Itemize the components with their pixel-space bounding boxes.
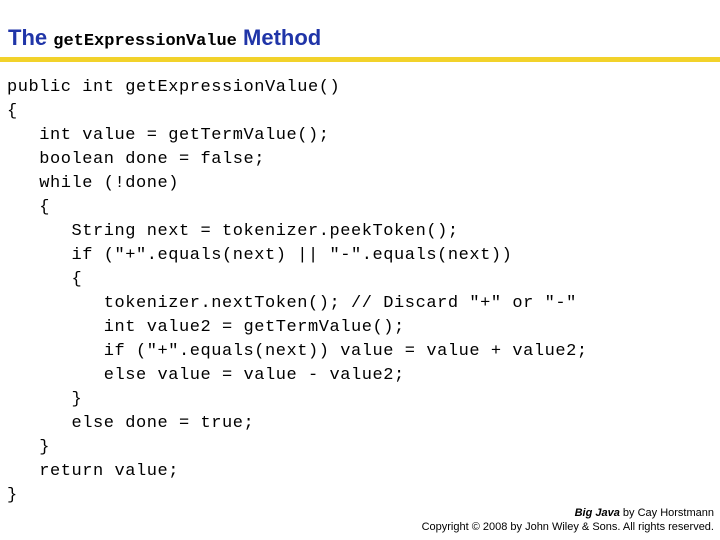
code-line: while (!done) bbox=[7, 174, 180, 193]
code-line: return value; bbox=[7, 462, 180, 481]
footer-book-title: Big Java bbox=[574, 507, 620, 519]
code-line: boolean done = false; bbox=[7, 150, 266, 169]
code-line: if ("+".equals(next)) value = value + va… bbox=[7, 342, 588, 361]
footer-copyright-notice: Copyright © 2008 by John Wiley & Sons. A… bbox=[421, 521, 714, 533]
code-line: { bbox=[7, 102, 18, 121]
code-line: tokenizer.nextToken(); // Discard "+" or… bbox=[7, 294, 577, 313]
page-title-trail: Method bbox=[243, 25, 322, 50]
code-line: String next = tokenizer.peekToken(); bbox=[7, 222, 459, 241]
code-line: { bbox=[7, 198, 51, 217]
page-title-method-name: getExpressionValue bbox=[53, 32, 237, 51]
code-listing: public int getExpressionValue() { int val… bbox=[7, 76, 713, 508]
page-title: The getExpressionValue Method bbox=[8, 25, 322, 51]
code-line: if ("+".equals(next) || "-".equals(next)… bbox=[7, 246, 513, 265]
code-line: else value = value - value2; bbox=[7, 366, 405, 385]
title-divider-rule bbox=[0, 57, 720, 62]
code-line: int value = getTermValue(); bbox=[7, 126, 330, 145]
code-line: else done = true; bbox=[7, 414, 255, 433]
page-title-lead: The bbox=[8, 25, 48, 50]
footer-book-credit: by Cay Horstmann bbox=[619, 507, 714, 519]
slide-footer: Big Java by Cay Horstmann Copyright © 20… bbox=[0, 506, 714, 534]
slide-header: The getExpressionValue Method bbox=[0, 0, 720, 62]
code-line: } bbox=[7, 390, 83, 409]
footer-book-line: Big Java by Cay Horstmann bbox=[0, 506, 714, 520]
code-line: public int getExpressionValue() bbox=[7, 78, 341, 97]
code-line: int value2 = getTermValue(); bbox=[7, 318, 405, 337]
code-line: { bbox=[7, 270, 83, 289]
code-line: } bbox=[7, 438, 51, 457]
code-line: } bbox=[7, 486, 18, 505]
